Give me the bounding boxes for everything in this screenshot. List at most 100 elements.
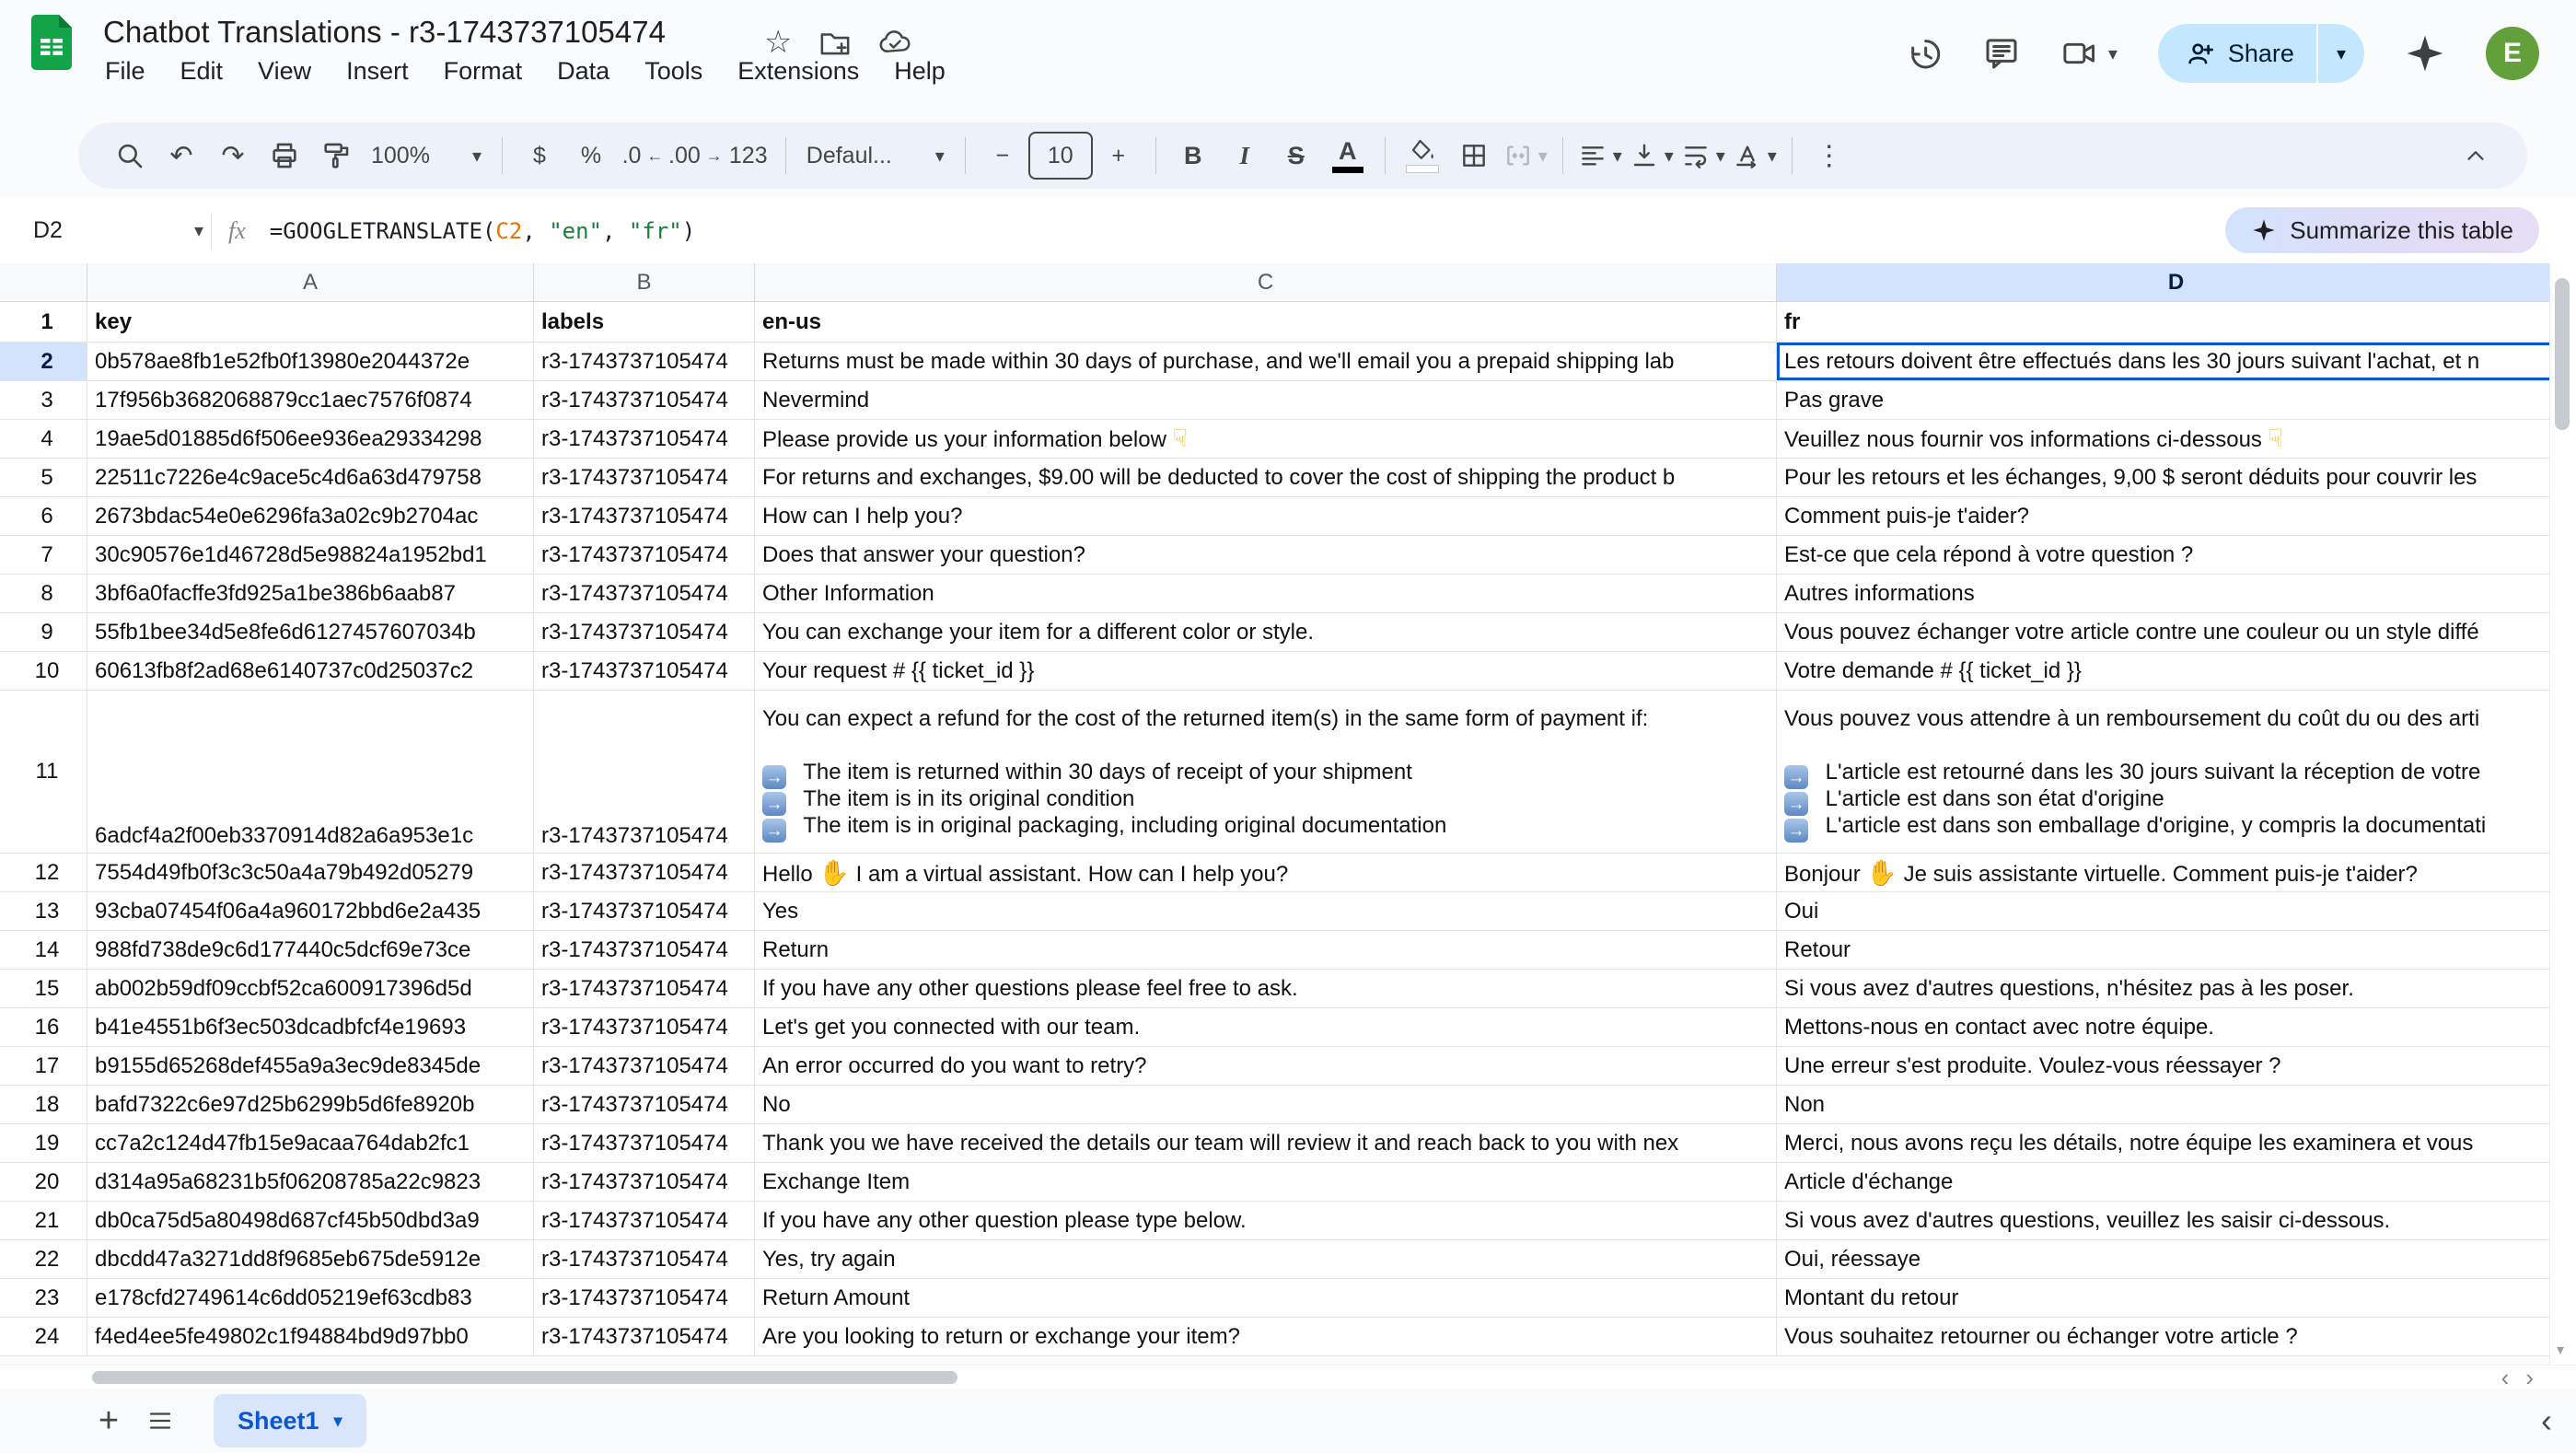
row-header-20[interactable]: 20 [0, 1163, 87, 1202]
cell-A9[interactable]: 55fb1bee34d5e8fe6d6127457607034b [87, 613, 534, 652]
row-header-22[interactable]: 22 [0, 1240, 87, 1279]
cell-A4[interactable]: 19ae5d01885d6f506ee936ea29334298 [87, 420, 534, 459]
cell-A13[interactable]: 93cba07454f06a4a960172bbd6e2a435 [87, 892, 534, 931]
cell-C21[interactable]: If you have any other question please ty… [755, 1202, 1777, 1240]
move-folder-icon[interactable] [819, 27, 851, 58]
cell-A1[interactable]: key [87, 302, 534, 343]
cell-B23[interactable]: r3-1743737105474 [534, 1279, 755, 1318]
sheets-logo-icon[interactable] [31, 15, 72, 70]
cell-D14[interactable]: Retour [1777, 931, 2576, 970]
row-header-1[interactable]: 1 [0, 302, 87, 343]
font-size-input[interactable]: 10 [1028, 132, 1093, 180]
cell-B9[interactable]: r3-1743737105474 [534, 613, 755, 652]
fill-color-button[interactable] [1397, 130, 1448, 181]
cell-C13[interactable]: Yes [755, 892, 1777, 931]
menu-view[interactable]: View [258, 57, 311, 86]
format-currency-button[interactable]: $ [514, 130, 565, 181]
cell-A21[interactable]: db0ca75d5a80498d687cf45b50dbd3a9 [87, 1202, 534, 1240]
row-header-13[interactable]: 13 [0, 892, 87, 931]
name-box[interactable]: D2 ▾ [0, 217, 203, 244]
cell-A18[interactable]: bafd7322c6e97d25b6299b5d6fe8920b [87, 1086, 534, 1124]
increase-decimals-button[interactable]: .00→ [668, 130, 723, 181]
cell-B2[interactable]: r3-1743737105474 [534, 343, 755, 381]
cell-B7[interactable]: r3-1743737105474 [534, 536, 755, 575]
row-header-15[interactable]: 15 [0, 970, 87, 1008]
cell-D10[interactable]: Votre demande # {{ ticket_id }} [1777, 652, 2576, 691]
cell-C24[interactable]: Are you looking to return or exchange yo… [755, 1318, 1777, 1356]
increase-font-size-button[interactable]: + [1093, 130, 1144, 181]
cell-C19[interactable]: Thank you we have received the details o… [755, 1124, 1777, 1163]
cell-C2[interactable]: Returns must be made within 30 days of p… [755, 343, 1777, 381]
cell-D11[interactable]: Vous pouvez vous attendre à un rembourse… [1777, 691, 2576, 854]
undo-button[interactable]: ↶ [156, 130, 207, 181]
comment-icon[interactable] [1983, 35, 2020, 72]
cell-A22[interactable]: dbcdd47a3271dd8f9685eb675de5912e [87, 1240, 534, 1279]
account-avatar[interactable]: E [2486, 27, 2539, 80]
menu-extensions[interactable]: Extensions [737, 57, 859, 86]
cell-B15[interactable]: r3-1743737105474 [534, 970, 755, 1008]
cell-B18[interactable]: r3-1743737105474 [534, 1086, 755, 1124]
cell-A14[interactable]: 988fd738de9c6d177440c5dcf69e73ce [87, 931, 534, 970]
cell-D6[interactable]: Comment puis-je t'aider? [1777, 497, 2576, 536]
cell-B10[interactable]: r3-1743737105474 [534, 652, 755, 691]
cell-C10[interactable]: Your request # {{ ticket_id }} [755, 652, 1777, 691]
cell-D15[interactable]: Si vous avez d'autres questions, n'hésit… [1777, 970, 2576, 1008]
cell-D21[interactable]: Si vous avez d'autres questions, veuille… [1777, 1202, 2576, 1240]
cell-D7[interactable]: Est-ce que cela répond à votre question … [1777, 536, 2576, 575]
all-sheets-button[interactable] [134, 1395, 186, 1447]
summarize-table-button[interactable]: Summarize this table [2225, 207, 2539, 253]
cell-B3[interactable]: r3-1743737105474 [534, 381, 755, 420]
cell-A8[interactable]: 3bf6a0facffe3fd925a1be386b6aab87 [87, 575, 534, 613]
cell-B14[interactable]: r3-1743737105474 [534, 931, 755, 970]
text-wrap-button[interactable]: ▾ [1677, 130, 1729, 181]
cell-D20[interactable]: Article d'échange [1777, 1163, 2576, 1202]
hide-toolbar-button[interactable] [2450, 130, 2501, 181]
cell-D22[interactable]: Oui, réessaye [1777, 1240, 2576, 1279]
cell-A15[interactable]: ab002b59df09ccbf52ca600917396d5d [87, 970, 534, 1008]
row-header-14[interactable]: 14 [0, 931, 87, 970]
horizontal-scrollbar-thumb[interactable] [92, 1371, 957, 1384]
cell-D18[interactable]: Non [1777, 1086, 2576, 1124]
cell-C4[interactable]: Please provide us your information below… [755, 420, 1777, 459]
row-header-8[interactable]: 8 [0, 575, 87, 613]
row-header-23[interactable]: 23 [0, 1279, 87, 1318]
version-history-icon[interactable] [1906, 35, 1943, 72]
menu-data[interactable]: Data [557, 57, 609, 86]
menu-edit[interactable]: Edit [180, 57, 224, 86]
row-header-11[interactable]: 11 [0, 691, 87, 854]
font-select[interactable]: Defaul... ▾ [797, 130, 954, 181]
cell-C17[interactable]: An error occurred do you want to retry? [755, 1047, 1777, 1086]
horizontal-scrollbar[interactable]: ‹ › [0, 1365, 2576, 1389]
cell-B20[interactable]: r3-1743737105474 [534, 1163, 755, 1202]
cell-A24[interactable]: f4ed4ee5fe49802c1f94884bd9d97bb0 [87, 1318, 534, 1356]
menu-format[interactable]: Format [444, 57, 523, 86]
column-header-A[interactable]: A [87, 263, 534, 301]
more-toolbar-button[interactable]: ⋮ [1804, 130, 1855, 181]
collapse-sidebar-icon[interactable]: ‹ [2541, 1401, 2552, 1440]
meet-video-button[interactable]: ▾ [2060, 35, 2118, 72]
row-header-17[interactable]: 17 [0, 1047, 87, 1086]
cell-C11[interactable]: You can expect a refund for the cost of … [755, 691, 1777, 854]
cell-C22[interactable]: Yes, try again [755, 1240, 1777, 1279]
vertical-scrollbar[interactable]: ▾ [2549, 263, 2576, 1365]
cell-D23[interactable]: Montant du retour [1777, 1279, 2576, 1318]
share-dropdown-button[interactable]: ▾ [2316, 24, 2364, 83]
cell-A16[interactable]: b41e4551b6f3ec503dcadbfcf4e19693 [87, 1008, 534, 1047]
paint-format-button[interactable] [310, 130, 362, 181]
cloud-check-icon[interactable] [878, 27, 911, 58]
cell-D16[interactable]: Mettons-nous en contact avec notre équip… [1777, 1008, 2576, 1047]
text-color-button[interactable]: A [1322, 130, 1374, 181]
cell-B24[interactable]: r3-1743737105474 [534, 1318, 755, 1356]
cell-D19[interactable]: Merci, nous avons reçu les détails, notr… [1777, 1124, 2576, 1163]
italic-button[interactable]: I [1219, 130, 1271, 181]
share-button[interactable]: Share [2158, 39, 2316, 68]
cell-B16[interactable]: r3-1743737105474 [534, 1008, 755, 1047]
menu-tools[interactable]: Tools [644, 57, 702, 86]
search-button[interactable] [104, 130, 156, 181]
cell-A5[interactable]: 22511c7226e4c9ace5c4d6a63d479758 [87, 459, 534, 497]
horizontal-align-button[interactable]: ▾ [1574, 130, 1626, 181]
cell-A7[interactable]: 30c90576e1d46728d5e98824a1952bd1 [87, 536, 534, 575]
sheet-tab-sheet1[interactable]: Sheet1 ▾ [214, 1394, 366, 1447]
cell-D9[interactable]: Vous pouvez échanger votre article contr… [1777, 613, 2576, 652]
decrease-decimals-button[interactable]: .0← [617, 130, 668, 181]
